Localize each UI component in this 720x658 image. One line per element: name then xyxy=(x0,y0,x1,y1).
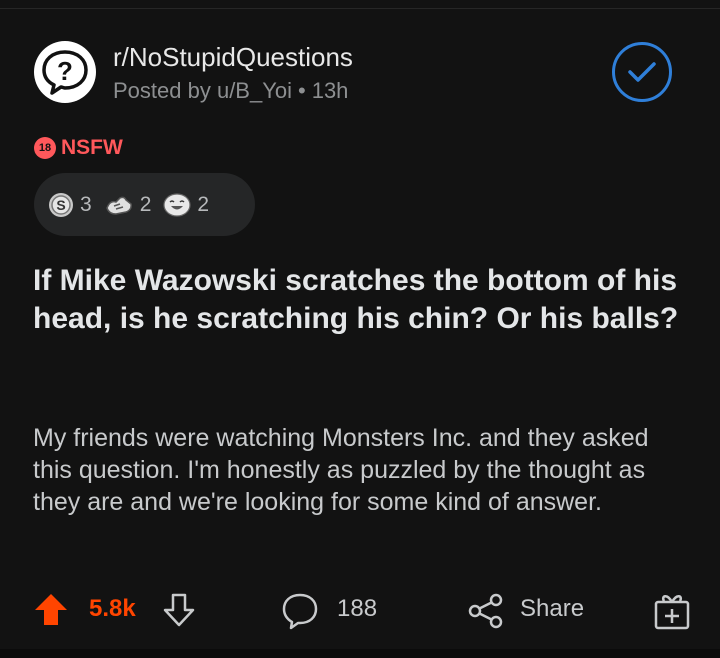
downvote-arrow-icon xyxy=(163,593,195,627)
wholesome-seal-award-icon xyxy=(105,196,132,215)
award-silver: S 3 xyxy=(48,192,92,218)
share-label[interactable]: Share xyxy=(520,595,584,623)
silver-award-icon: S xyxy=(49,192,73,217)
checkmark-icon xyxy=(628,62,656,82)
top-divider xyxy=(0,8,720,9)
subreddit-question-icon[interactable]: ? xyxy=(33,40,97,104)
post-title[interactable]: If Mike Wazowski scratches the bottom of… xyxy=(33,262,693,338)
post-action-bar: 5.8k 188 Share xyxy=(0,582,720,638)
award-wholesome-seal-count: 2 xyxy=(139,192,152,216)
upvote-arrow-icon xyxy=(35,594,67,625)
bottom-strip xyxy=(0,649,720,658)
svg-text:?: ? xyxy=(57,56,73,86)
nsfw-18-badge: 18 xyxy=(34,137,56,159)
post-body[interactable]: My friends were watching Monsters Inc. a… xyxy=(33,422,693,518)
award-laughing: 2 xyxy=(163,192,209,218)
award-laughing-count: 2 xyxy=(197,192,210,216)
comments-button[interactable] xyxy=(280,591,320,636)
upvote-button[interactable] xyxy=(33,592,69,633)
comment-count[interactable]: 188 xyxy=(337,595,377,623)
posted-by[interactable]: Posted by u/B_Yoi xyxy=(113,78,292,103)
laughing-award-icon xyxy=(163,192,191,217)
share-button[interactable] xyxy=(466,591,506,636)
downvote-button[interactable] xyxy=(162,592,196,633)
nsfw-label: NSFW xyxy=(61,136,123,159)
gift-award-icon xyxy=(654,595,690,630)
award-wholesome-seal: 2 xyxy=(104,192,152,218)
give-award-button[interactable] xyxy=(653,590,691,637)
nsfw-tag: 18 NSFW xyxy=(34,136,123,160)
awards-pill[interactable]: S 3 2 2 xyxy=(34,173,255,236)
comment-bubble-icon xyxy=(282,593,318,630)
vote-score: 5.8k xyxy=(89,595,136,622)
post-age: 13h xyxy=(311,78,349,103)
joined-check-button[interactable] xyxy=(612,42,672,102)
subreddit-name[interactable]: r/NoStupidQuestions xyxy=(113,42,353,73)
award-silver-count: 3 xyxy=(80,192,92,216)
share-icon xyxy=(468,593,503,629)
post-meta: Posted by u/B_Yoi • 13h xyxy=(113,78,348,104)
svg-text:S: S xyxy=(56,197,65,213)
meta-separator: • xyxy=(298,78,306,103)
